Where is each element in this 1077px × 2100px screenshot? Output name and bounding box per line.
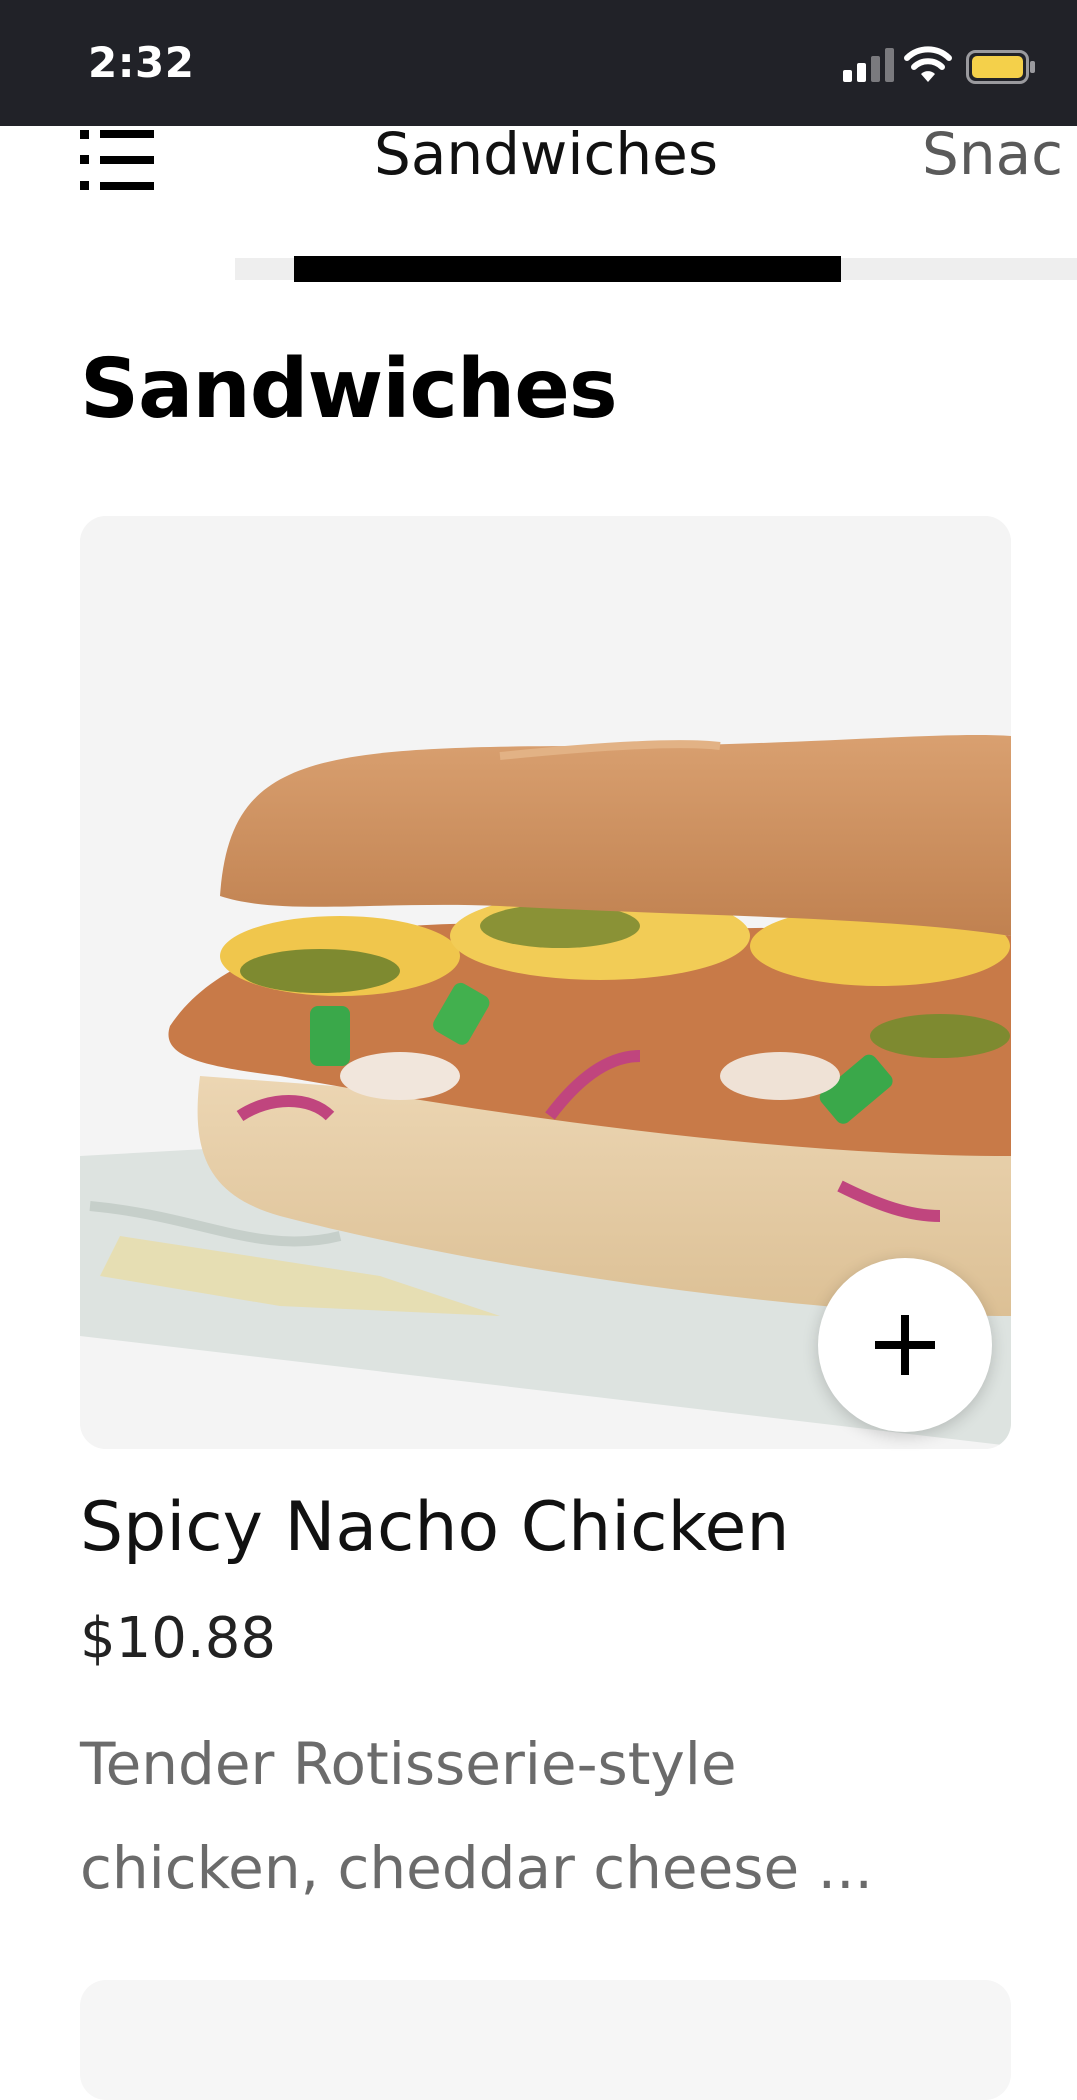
status-bar: 2:32 (0, 0, 1077, 126)
add-to-cart-button[interactable] (818, 1258, 992, 1432)
plus-icon (875, 1315, 935, 1375)
cellular-signal-icon (843, 48, 894, 82)
battery-icon (966, 50, 1035, 84)
product-name[interactable]: Spicy Nacho Chicken (80, 1488, 789, 1567)
tab-snacks[interactable]: Snac (922, 120, 1063, 188)
active-tab-indicator (294, 256, 841, 282)
wifi-icon (904, 46, 952, 82)
tab-sandwiches[interactable]: Sandwiches (374, 120, 718, 188)
product-description: Tender Rotisserie-style chicken, cheddar… (80, 1730, 873, 1902)
section-title: Sandwiches (80, 342, 618, 437)
product-price: $10.88 (80, 1606, 276, 1671)
status-time: 2:32 (88, 38, 195, 87)
next-product-card[interactable] (80, 1980, 1011, 2100)
list-menu-icon[interactable] (80, 130, 154, 190)
